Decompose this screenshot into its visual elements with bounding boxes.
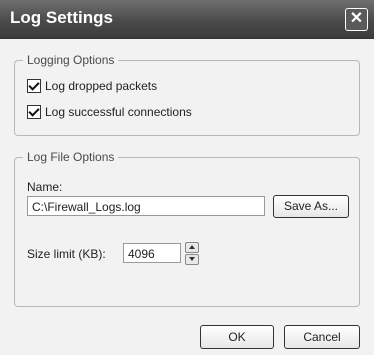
close-icon: ✕ [349, 10, 364, 27]
ok-button[interactable]: OK [200, 325, 274, 349]
name-label: Name: [27, 180, 63, 194]
window-title: Log Settings [10, 8, 113, 27]
title-bar: Log Settings ✕ [0, 0, 374, 39]
log-file-options-group: Log File Options Name: C:\Firewall_Logs.… [14, 150, 360, 307]
size-limit-spinner[interactable] [185, 242, 201, 265]
save-as-button[interactable]: Save As... [273, 195, 349, 218]
arrow-up-icon [189, 245, 195, 249]
spin-up-button[interactable] [185, 242, 199, 253]
dialog-body: Logging Options Log dropped packets Log … [0, 39, 374, 355]
log-successful-connections-checkbox[interactable] [27, 105, 41, 119]
arrow-down-icon [189, 257, 195, 261]
log-file-options-legend: Log File Options [23, 150, 119, 164]
logging-options-group: Logging Options Log dropped packets Log … [14, 53, 360, 136]
spin-down-button[interactable] [185, 254, 199, 265]
log-dropped-packets-label: Log dropped packets [45, 79, 158, 93]
logging-options-legend: Logging Options [23, 53, 119, 67]
log-dropped-packets-checkbox[interactable] [27, 79, 41, 93]
size-limit-input[interactable]: 4096 [123, 243, 181, 263]
log-dropped-packets-row[interactable]: Log dropped packets [27, 79, 157, 93]
log-successful-connections-label: Log successful connections [45, 105, 192, 119]
log-file-name-input[interactable]: C:\Firewall_Logs.log [27, 196, 265, 216]
cancel-button[interactable]: Cancel [284, 325, 360, 349]
checkmark-icon [28, 79, 40, 91]
log-successful-connections-row[interactable]: Log successful connections [27, 105, 192, 119]
checkmark-icon [28, 105, 40, 117]
size-limit-label: Size limit (KB): [27, 247, 106, 261]
close-button[interactable]: ✕ [345, 8, 368, 31]
